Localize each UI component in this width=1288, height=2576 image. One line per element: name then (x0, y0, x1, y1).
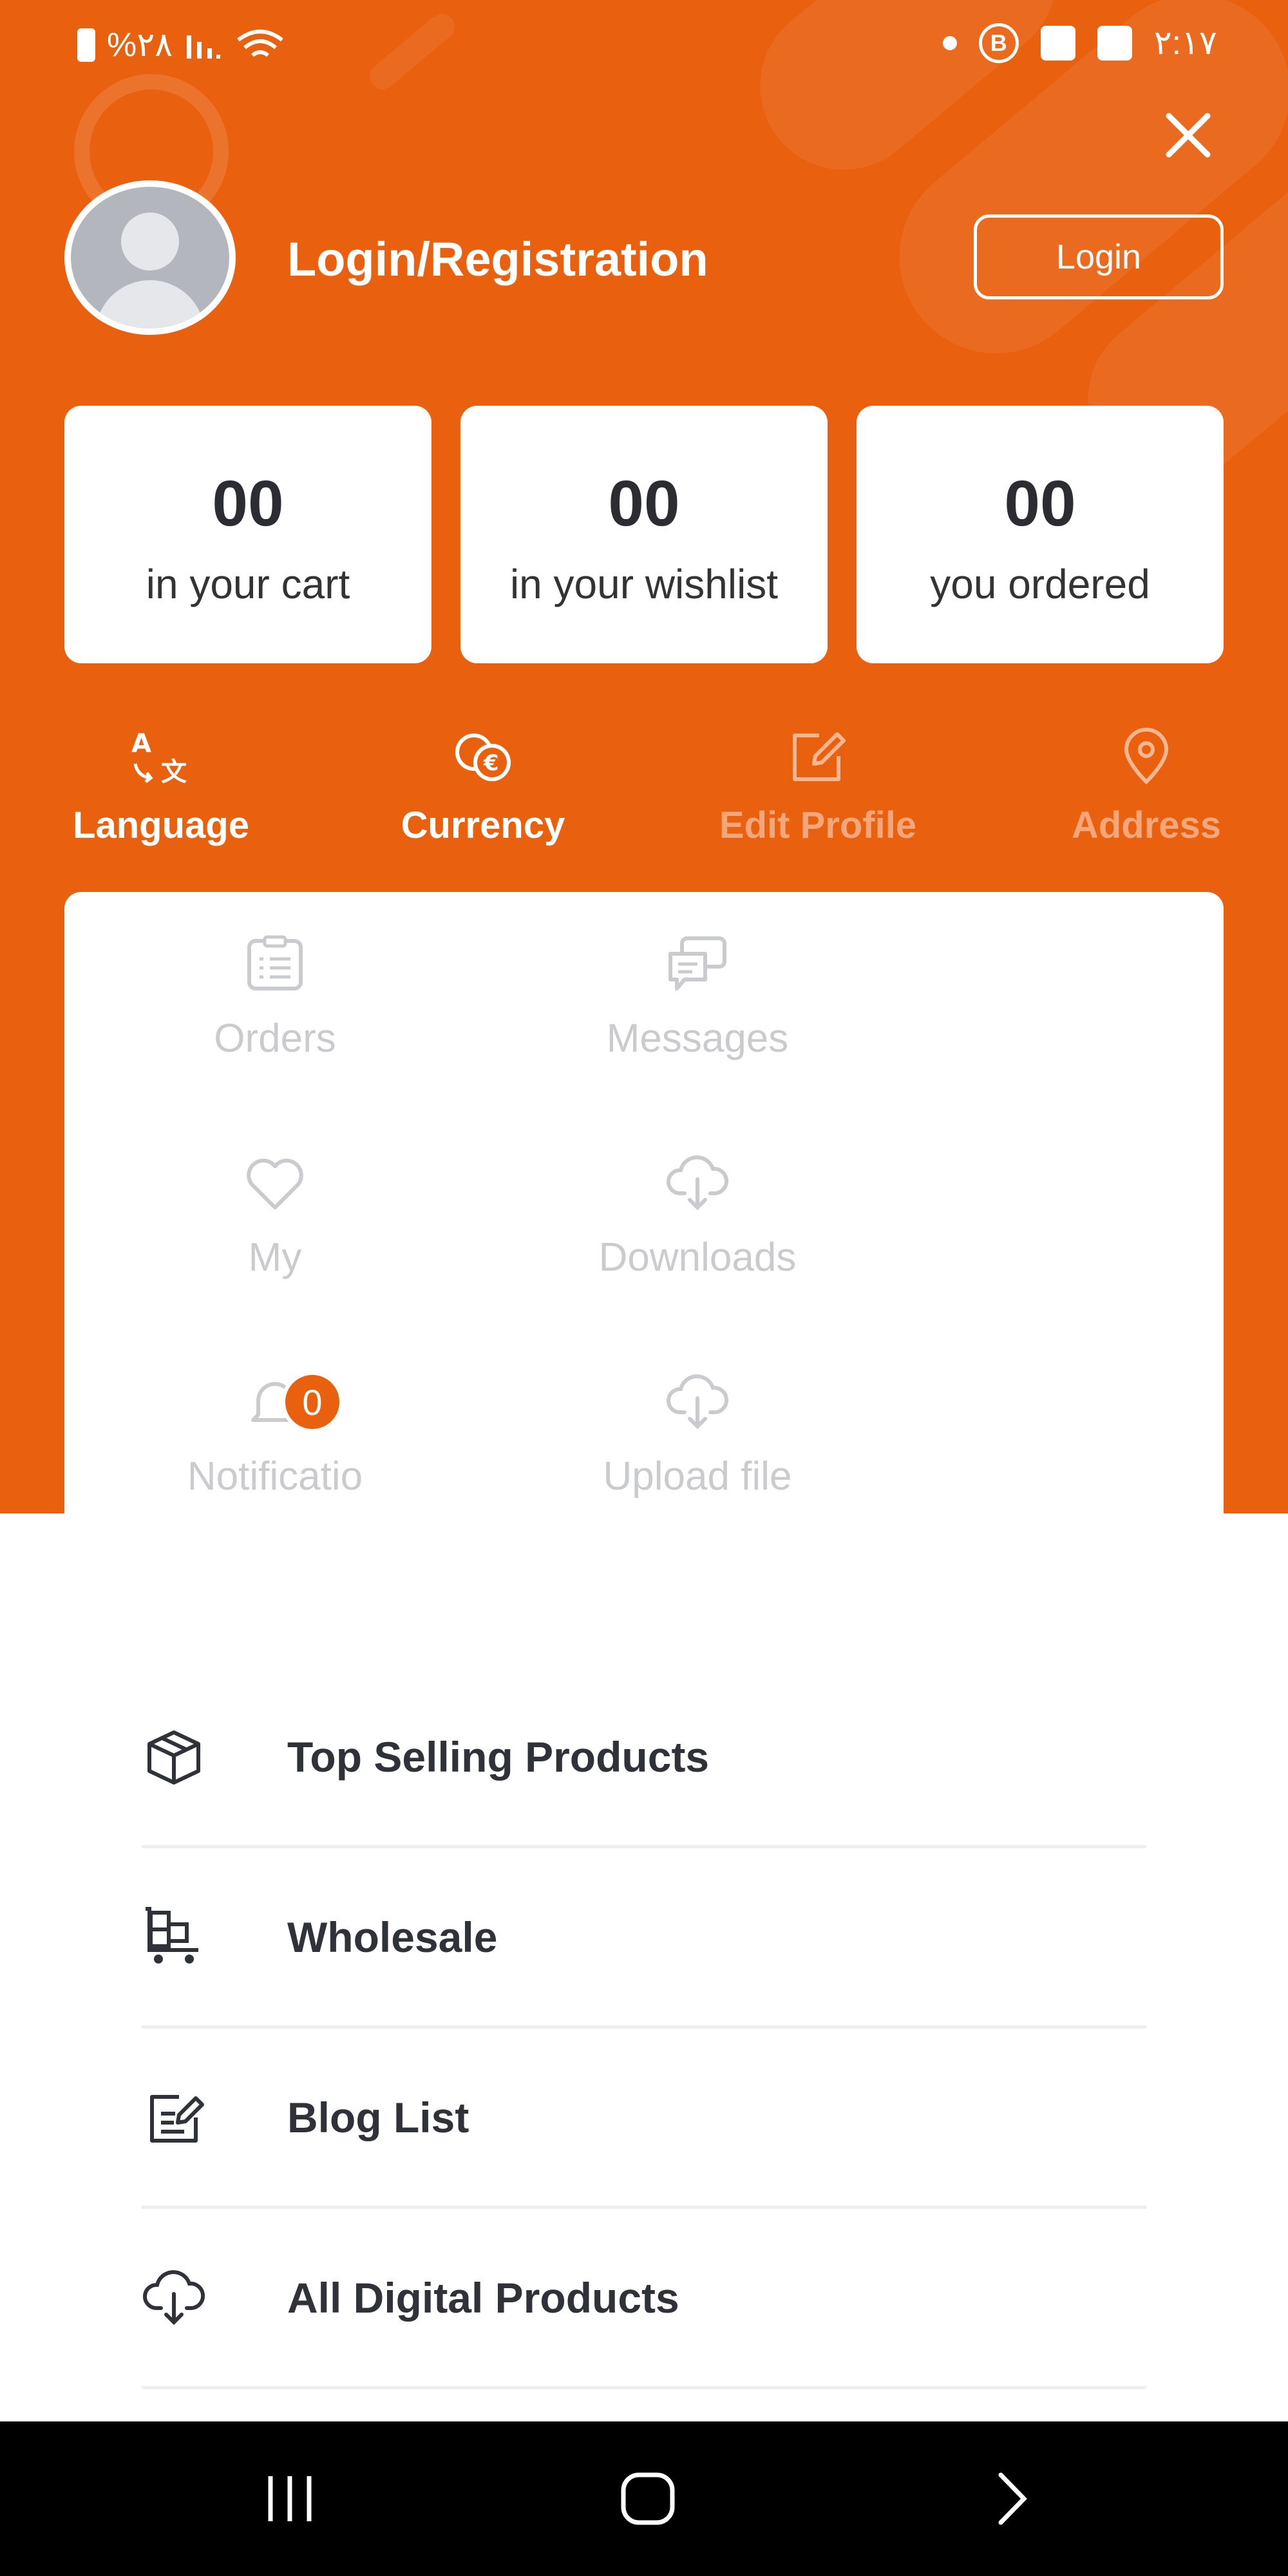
stats-row: 00 in your cart 00 in your wishlist 00 y… (64, 406, 1224, 663)
battery-percent: %٢٨ (107, 26, 173, 64)
upload-file-item[interactable]: Upload file (504, 1368, 891, 1499)
orders-label: Orders (214, 1016, 336, 1061)
heart-icon (247, 1159, 303, 1209)
close-icon[interactable] (1159, 106, 1217, 164)
notifications-item[interactable]: 0 Notificatio (82, 1368, 468, 1499)
wishlist-label: My (248, 1235, 302, 1280)
location-pin-icon (1124, 728, 1169, 785)
menu-item-digital-products[interactable]: All Digital Products (142, 2209, 1146, 2389)
gallery-notification-icon (1097, 26, 1132, 61)
stat-value: 00 (1004, 468, 1076, 540)
edit-icon (793, 732, 846, 781)
menu-item-label: Top Selling Products (287, 1732, 710, 1781)
ordered-count-card[interactable]: 00 you ordered (857, 406, 1224, 663)
translate-icon: A 文 (131, 729, 187, 786)
wifi-icon (237, 30, 283, 57)
checkbox-notification-icon (1040, 26, 1075, 61)
cloud-upload-icon (666, 1374, 729, 1430)
cart-count-card[interactable]: 00 in your cart (64, 406, 431, 663)
stat-value: 00 (608, 468, 680, 540)
stat-label: in your wishlist (509, 561, 779, 607)
messages-item[interactable]: Messages (504, 931, 891, 1061)
quick-actions: A 文 Language € Currency Edit Profile Add… (0, 721, 1288, 850)
svg-text:A: A (131, 729, 151, 759)
home-button[interactable] (603, 2460, 693, 2537)
back-button[interactable] (966, 2460, 1056, 2537)
cloud-download-icon (142, 2269, 205, 2325)
menu-item-top-selling[interactable]: Top Selling Products (142, 1668, 1146, 1848)
menu-item-blog-list[interactable]: Blog List (142, 2029, 1146, 2209)
currency-exchange-icon: € (455, 734, 511, 781)
currency-button[interactable]: € Currency (386, 721, 580, 847)
wishlist-count-card[interactable]: 00 in your wishlist (460, 406, 828, 663)
menu-item-label: Blog List (287, 2093, 469, 2141)
menu-item-label: Wholesale (287, 1913, 498, 1961)
notification-dot-icon (942, 36, 957, 50)
currency-label: Currency (401, 804, 565, 846)
avatar (64, 180, 236, 335)
clock: ٢:١٧ (1153, 24, 1217, 62)
cloud-download-icon (666, 1155, 729, 1211)
stat-label: you ordered (930, 561, 1150, 607)
chevron-right-icon (998, 2472, 1027, 2525)
login-button[interactable]: Login (974, 214, 1224, 299)
menu-list: Top Selling Products Wholesale Blog List (142, 1668, 1146, 2389)
profile-header: %٢٨ B ٢:١٧ Login/Registration Login 00 i… (0, 0, 1288, 1513)
recent-apps-icon (268, 2476, 312, 2521)
recent-apps-button[interactable] (245, 2460, 335, 2537)
orders-list-icon (247, 935, 303, 990)
stat-value: 00 (212, 468, 284, 540)
menu-item-wholesale[interactable]: Wholesale (142, 1848, 1146, 2029)
orders-item[interactable]: Orders (82, 931, 468, 1061)
address-button[interactable]: Address (1056, 721, 1236, 847)
page-title: Login/Registration (287, 232, 708, 286)
home-icon (621, 2472, 675, 2525)
edit-profile-button[interactable]: Edit Profile (708, 721, 927, 847)
svg-text:文: 文 (161, 757, 187, 786)
language-label: Language (73, 804, 249, 846)
messages-label: Messages (606, 1016, 789, 1061)
chat-icon (668, 936, 726, 990)
wholesale-icon (146, 1906, 198, 1964)
edit-profile-label: Edit Profile (719, 804, 917, 846)
status-bar: %٢٨ B ٢:١٧ (0, 0, 1288, 84)
svg-text:€: € (483, 750, 499, 776)
system-navigation-bar (0, 2421, 1288, 2576)
notification-count-badge: 0 (281, 1371, 343, 1433)
notifications-label: Notificatio (187, 1454, 363, 1499)
stat-label: in your cart (146, 561, 350, 607)
account-panel: Orders Messages My Downloads 0 Notificat… (64, 892, 1224, 1513)
menu-item-label: All Digital Products (287, 2273, 679, 2322)
wishlist-item[interactable]: My (82, 1150, 468, 1280)
blog-edit-icon (150, 2094, 204, 2143)
language-button[interactable]: A 文 Language (64, 721, 258, 847)
app-b-icon: B (978, 23, 1019, 63)
signal-icon (187, 35, 221, 59)
address-label: Address (1071, 804, 1222, 846)
downloads-item[interactable]: Downloads (504, 1150, 891, 1280)
downloads-label: Downloads (598, 1235, 797, 1280)
box-icon (147, 1730, 200, 1785)
battery-icon (77, 28, 95, 62)
upload-file-label: Upload file (603, 1454, 792, 1499)
